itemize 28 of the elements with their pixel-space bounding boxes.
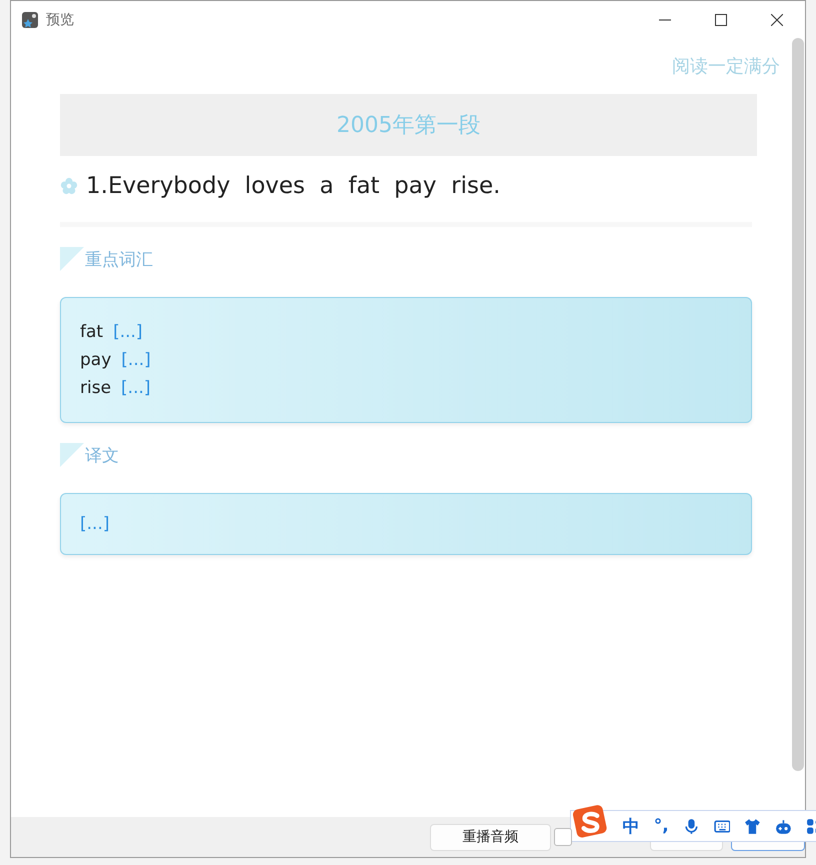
vocab-word: pay — [80, 349, 112, 372]
vocab-heading: 重点词汇 — [85, 249, 153, 271]
close-icon[interactable] — [771, 14, 783, 26]
maximize-icon[interactable] — [715, 14, 727, 26]
translation-heading: 译文 — [85, 445, 119, 467]
microphone-icon[interactable] — [682, 818, 700, 834]
vocab-meaning: [...] — [121, 377, 151, 400]
vocab-word: fat — [80, 321, 104, 344]
corner-marker-icon — [60, 443, 84, 467]
keyboard-icon[interactable] — [714, 818, 730, 834]
ime-punctuation[interactable]: °, — [654, 816, 669, 836]
shirt-icon[interactable] — [744, 818, 762, 834]
vocab-meaning: [...] — [113, 321, 143, 344]
ime-mode[interactable]: 中 — [622, 814, 640, 838]
flower-icon — [60, 177, 78, 195]
scrollbar[interactable] — [792, 38, 804, 771]
brand-text: 阅读一定满分 — [672, 55, 780, 78]
section-header: 2005年第一段 — [60, 94, 757, 156]
checkbox[interactable] — [554, 828, 572, 846]
replay-audio-button[interactable]: 重播音频 — [430, 824, 552, 850]
translation-text: [...] — [80, 514, 110, 534]
corner-marker-icon — [60, 247, 84, 271]
vocab-word: rise — [80, 377, 112, 400]
robot-icon[interactable] — [775, 818, 792, 834]
window-title: 预览 — [46, 10, 74, 28]
sentence-text: 1.Everybody loves a fat pay rise. — [86, 173, 500, 199]
vocab-meaning: [...] — [121, 349, 151, 372]
app-icon — [22, 12, 38, 28]
